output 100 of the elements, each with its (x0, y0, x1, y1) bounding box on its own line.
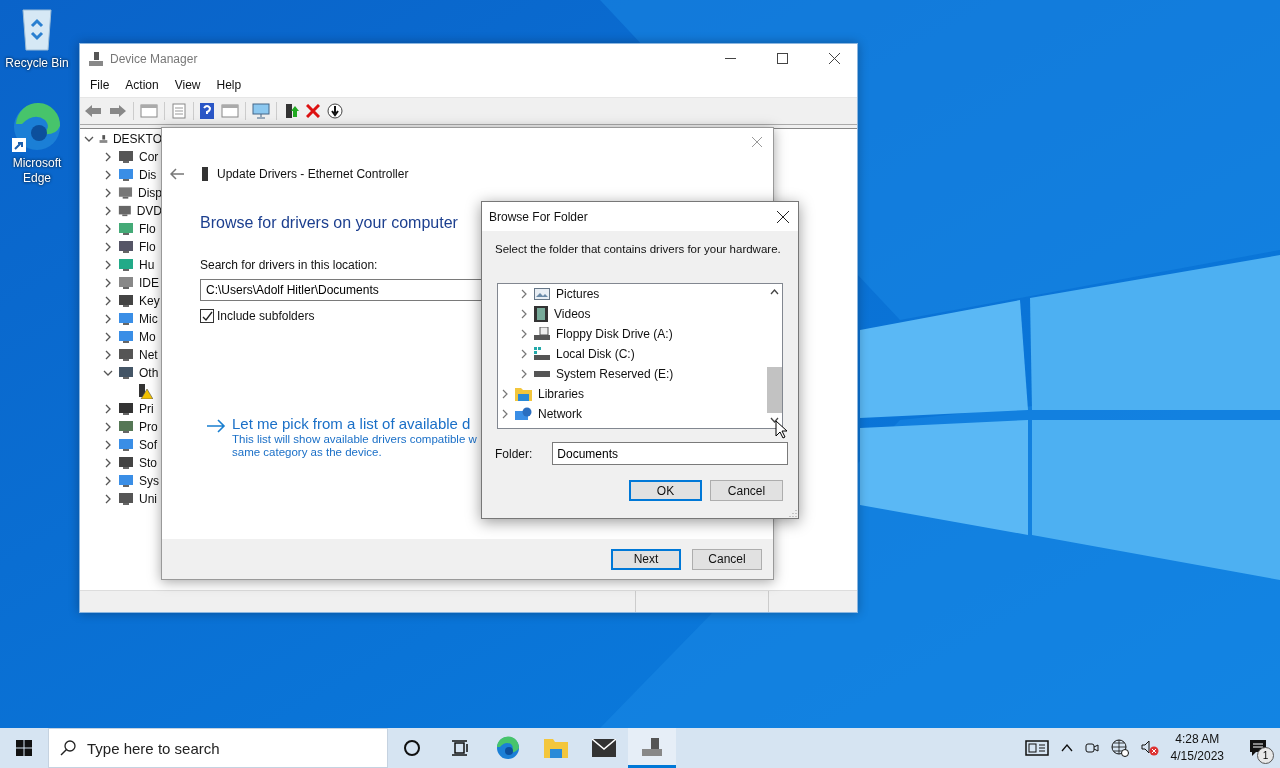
tree-item[interactable]: DESKTO (112, 132, 162, 146)
chevron-icon[interactable] (519, 329, 529, 339)
chevron-icon[interactable] (103, 404, 113, 414)
close-icon (828, 53, 840, 64)
device-icon (118, 222, 134, 236)
device-icon (118, 276, 134, 290)
tree-item[interactable]: Flo (139, 240, 156, 254)
chevron-icon[interactable] (103, 350, 113, 360)
speaker-muted-icon[interactable] (1140, 740, 1159, 756)
chevron-icon[interactable] (103, 260, 113, 270)
arrow-icon[interactable] (206, 419, 226, 433)
camera-icon[interactable] (1084, 741, 1099, 755)
tree-item[interactable]: Net (139, 348, 158, 362)
tree-item[interactable]: Oth (139, 366, 159, 380)
folder-item[interactable]: Local Disk (C:) (556, 347, 635, 361)
ok-button[interactable]: OK (629, 480, 702, 501)
tree-item[interactable]: Disp (138, 186, 162, 200)
chevron-icon[interactable] (103, 476, 113, 486)
tree-item[interactable]: Pro (139, 420, 158, 434)
chevron-icon[interactable] (103, 494, 113, 504)
delete-icon[interactable] (306, 104, 320, 118)
help-icon[interactable] (200, 103, 214, 119)
clock-date[interactable]: 4/15/2023 (1170, 748, 1224, 765)
chevron-icon[interactable] (519, 289, 529, 299)
chevron-icon[interactable] (103, 224, 113, 234)
tree-item[interactable]: Cor (139, 150, 159, 164)
checkbox-label[interactable]: Include subfolders (217, 309, 315, 323)
link[interactable]: Let me pick from a list of available d (232, 415, 477, 432)
next-button[interactable]: Next (611, 548, 681, 570)
news-icon[interactable] (1024, 740, 1049, 756)
tree-item[interactable]: Uni (139, 492, 157, 506)
folder-item[interactable]: System Reserved (E:) (556, 367, 674, 381)
menu-item[interactable]: View (168, 78, 207, 92)
menu-item[interactable]: Help (210, 78, 248, 92)
tree-item[interactable]: Sof (139, 438, 157, 452)
chevron-icon[interactable] (500, 409, 510, 419)
search-field[interactable]: Type here to search (48, 728, 388, 768)
forward-arrow-icon[interactable] (109, 103, 127, 119)
tree-item[interactable]: IDE (139, 276, 159, 290)
tree-item[interactable]: Mo (139, 330, 156, 344)
chevron-icon[interactable] (103, 296, 113, 306)
chevron-icon[interactable] (103, 422, 113, 432)
folder-item[interactable]: Libraries (538, 387, 585, 401)
chevron-icon[interactable] (103, 152, 113, 162)
chevron-up-icon[interactable] (1060, 744, 1073, 752)
tree-item[interactable]: Sto (139, 456, 157, 470)
tree-item[interactable]: Key (139, 294, 160, 308)
tree-item[interactable]: Dis (139, 168, 157, 182)
scroll-up-icon[interactable] (769, 289, 779, 295)
tree-item[interactable]: Pri (139, 402, 154, 416)
chevron-icon[interactable] (519, 309, 529, 319)
scrollbar-thumb[interactable] (766, 367, 782, 413)
back-arrow-icon[interactable] (170, 168, 184, 180)
device-icon (118, 402, 134, 416)
tree-item[interactable]: Flo (139, 222, 156, 236)
dialog-title: Browse For Folder (489, 209, 588, 224)
chevron-icon[interactable] (103, 206, 113, 216)
folder-item[interactable]: Videos (554, 307, 591, 321)
chevron-icon[interactable] (103, 368, 113, 378)
tree-item[interactable]: Hu (139, 258, 155, 272)
tree-item[interactable]: DVD (136, 204, 162, 218)
maximize-icon (776, 53, 788, 64)
chevron-icon[interactable] (103, 440, 113, 450)
driver-update-icon[interactable] (283, 103, 299, 119)
notification-button[interactable]: 1 (1236, 728, 1280, 768)
chevron-icon[interactable] (103, 188, 113, 198)
menu-item[interactable]: Action (119, 78, 165, 92)
device-icon (118, 294, 134, 308)
chevron-icon[interactable] (519, 349, 529, 359)
device-icon (118, 366, 134, 380)
tree-item[interactable]: Sys (139, 474, 159, 488)
checkbox[interactable] (200, 309, 214, 323)
folder-field[interactable]: Documents (552, 442, 789, 465)
chevron-icon[interactable] (84, 134, 94, 144)
computer-icon (88, 50, 104, 67)
folder-item[interactable]: Floppy Disk Drive (A:) (556, 327, 673, 341)
taskbar-app[interactable] (628, 728, 676, 768)
chevron-icon[interactable] (103, 332, 113, 342)
chevron-icon[interactable] (103, 314, 113, 324)
download-icon[interactable] (327, 103, 343, 119)
chevron-icon[interactable] (103, 170, 113, 180)
monitor-icon[interactable] (252, 103, 270, 119)
desktop-icon-label[interactable]: Recycle Bin (4, 56, 70, 71)
folder-item[interactable]: Pictures (556, 287, 600, 301)
back-arrow-icon[interactable] (84, 103, 102, 119)
chevron-icon[interactable] (103, 278, 113, 288)
edge-icon[interactable] (12, 102, 62, 152)
tree-item[interactable]: Mic (139, 312, 158, 326)
folder-item[interactable]: Network (538, 407, 582, 421)
clock-time[interactable]: 4:28 AM (1175, 731, 1220, 748)
chevron-icon[interactable] (103, 242, 113, 252)
chevron-icon[interactable] (519, 369, 529, 379)
globe-icon[interactable] (1110, 739, 1129, 757)
desktop-icon-label[interactable]: Microsoft Edge (4, 156, 70, 186)
chevron-icon[interactable] (500, 389, 510, 399)
chevron-icon[interactable] (103, 458, 113, 468)
resize-grip-icon[interactable] (789, 509, 797, 517)
menu-item[interactable]: File (84, 78, 116, 92)
cancel-button[interactable]: Cancel (692, 548, 762, 570)
cancel-button[interactable]: Cancel (710, 480, 783, 501)
